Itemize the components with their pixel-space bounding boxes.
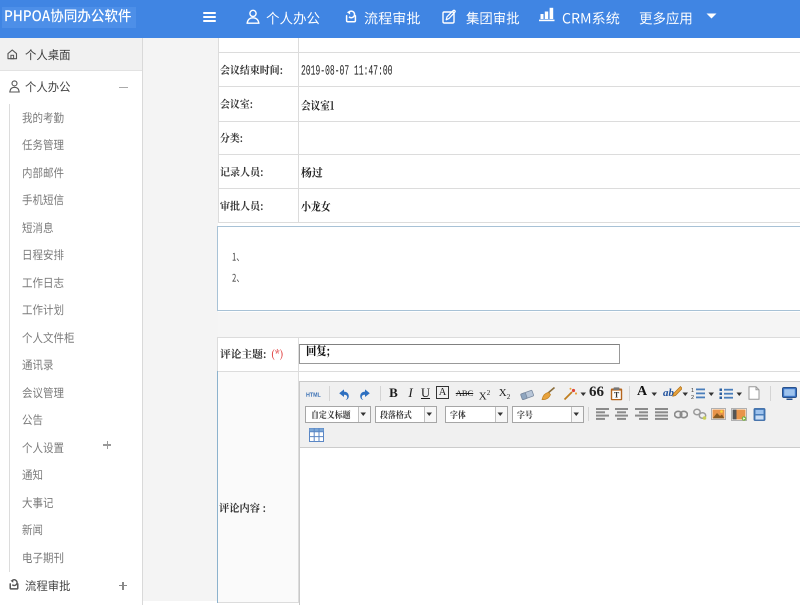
svg-text:2: 2 [691,395,694,400]
svg-text:T: T [613,390,619,399]
svg-text:1: 1 [691,388,694,394]
